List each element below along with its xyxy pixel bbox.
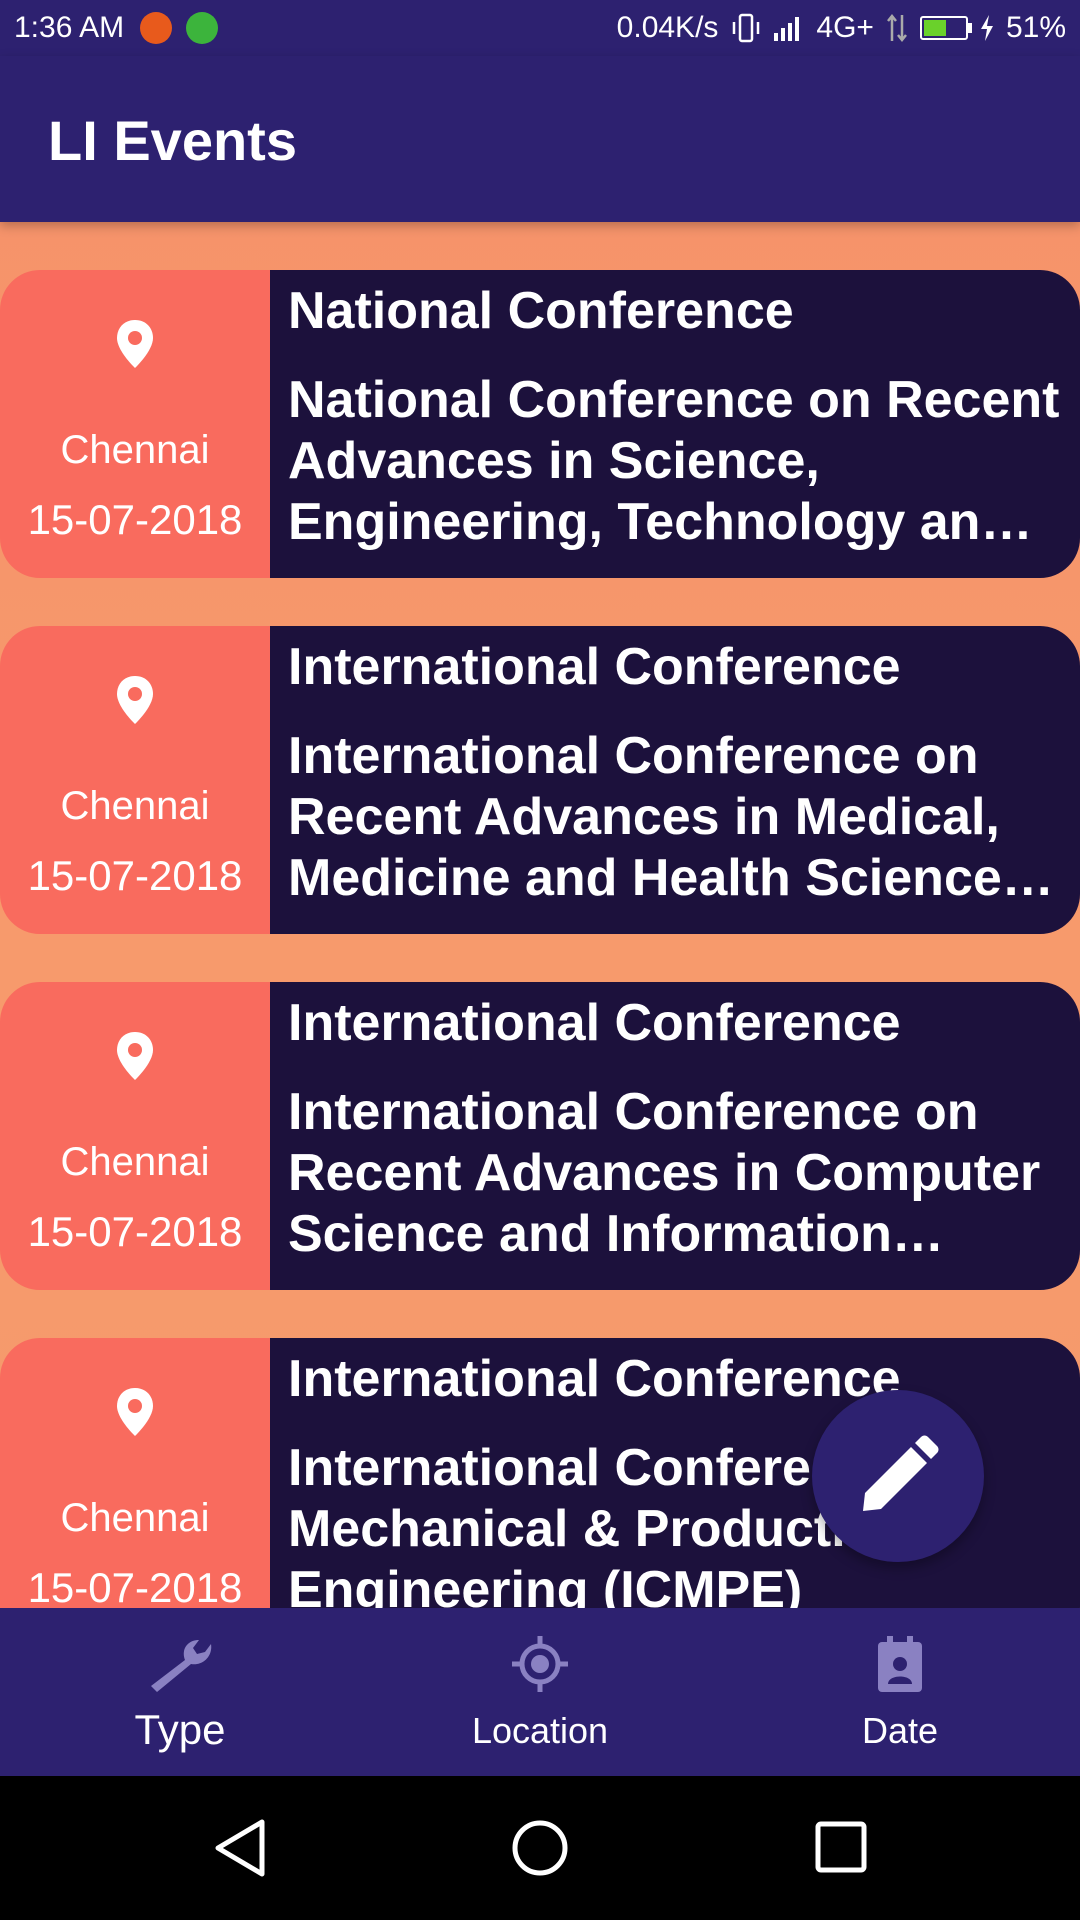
event-date: 15-07-2018 — [27, 496, 243, 543]
event-type: National Conference — [288, 282, 794, 340]
location-pin-icon — [117, 1032, 153, 1080]
event-card[interactable]: Chennai 15-07-2018 National Conference N… — [0, 270, 1080, 578]
wrench-icon — [151, 1640, 212, 1692]
event-type: International Conference — [288, 994, 901, 1052]
event-date: 15-07-2018 — [27, 852, 243, 899]
recents-icon[interactable] — [814, 1820, 868, 1874]
signal-icon — [774, 17, 800, 41]
vibrate-icon — [733, 13, 760, 43]
event-location: Chennai — [60, 1496, 210, 1540]
event-card-info: Chennai 15-07-2018 — [0, 982, 270, 1290]
event-location: Chennai — [60, 784, 210, 828]
app-bar: LI Events — [0, 56, 1080, 222]
location-pin-icon — [117, 676, 153, 724]
back-icon[interactable] — [212, 1818, 268, 1878]
charging-icon — [980, 15, 993, 41]
system-navigation-bar — [0, 1776, 1080, 1920]
event-card[interactable]: Chennai 15-07-2018 International Confere… — [0, 982, 1080, 1290]
event-title: National Conference on Recent Advances i… — [288, 371, 1060, 551]
event-title: International Conference on Recent Advan… — [288, 727, 1031, 907]
status-bar: 1:36 AM 0.04K/s 4G+ 51% — [0, 0, 1080, 56]
event-card-details: International Conference International C… — [270, 626, 1080, 934]
nav-label-date: Date — [861, 1710, 939, 1751]
edit-fab-button[interactable] — [812, 1390, 984, 1562]
nav-item-location[interactable]: Location — [360, 1608, 720, 1776]
event-location: Chennai — [60, 428, 210, 472]
event-date: 15-07-2018 — [27, 1564, 243, 1608]
nav-item-date[interactable]: Date — [720, 1608, 1080, 1776]
edit-pencil-icon — [863, 1435, 939, 1511]
event-card-info: Chennai 15-07-2018 — [0, 626, 270, 934]
event-card-details: National Conference National Conference … — [270, 270, 1080, 578]
calendar-icon — [878, 1636, 922, 1692]
event-card-info: Chennai 15-07-2018 — [0, 1338, 270, 1608]
status-right-group: 0.04K/s 4G+ 51% — [617, 0, 1066, 56]
bottom-navigation: Type Location Date — [0, 1608, 1080, 1776]
gps-target-icon — [512, 1636, 568, 1692]
battery-level: 51% — [1005, 11, 1066, 44]
notification-app-icon — [140, 12, 173, 44]
event-card-info: Chennai 15-07-2018 — [0, 270, 270, 578]
location-pin-icon — [117, 320, 153, 368]
nav-item-type[interactable]: Type — [0, 1608, 360, 1776]
location-pin-icon — [117, 1388, 153, 1436]
home-icon[interactable] — [510, 1818, 570, 1878]
battery-icon — [919, 16, 972, 40]
app-title: LI Events — [48, 109, 297, 172]
event-location: Chennai — [60, 1140, 210, 1184]
network-type: 4G+ — [816, 11, 874, 44]
event-type: International Conference — [288, 1350, 901, 1408]
status-time: 1:36 AM — [14, 11, 125, 44]
event-date: 15-07-2018 — [27, 1208, 243, 1255]
event-title: International Conference on Recent Advan… — [288, 1083, 1041, 1263]
data-arrows-icon — [886, 13, 907, 43]
nav-label-type: Type — [134, 1706, 226, 1753]
android-notification-icon — [186, 12, 219, 44]
event-card[interactable]: Chennai 15-07-2018 International Confere… — [0, 626, 1080, 934]
event-type: International Conference — [288, 638, 901, 696]
nav-label-location: Location — [471, 1710, 609, 1751]
network-speed: 0.04K/s — [616, 11, 719, 44]
event-card-details: International Conference International C… — [270, 982, 1080, 1290]
